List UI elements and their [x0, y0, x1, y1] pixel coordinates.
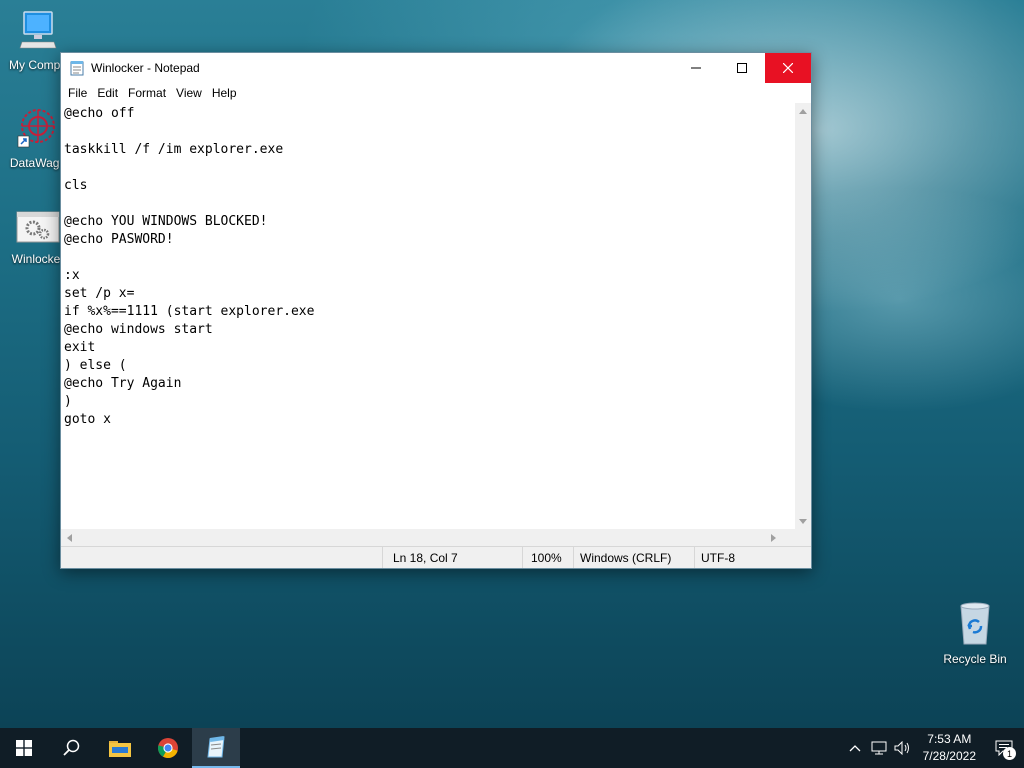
maximize-button[interactable]: [719, 53, 765, 83]
scrollbar-corner: [795, 529, 811, 546]
window-title: Winlocker - Notepad: [91, 61, 200, 75]
minimize-button[interactable]: [673, 53, 719, 83]
notification-badge: 1: [1003, 747, 1016, 760]
taskbar: 7:53 AM 7/28/2022 1: [0, 728, 1024, 768]
title-bar[interactable]: Winlocker - Notepad: [61, 53, 811, 83]
chrome-button[interactable]: [144, 728, 192, 768]
maximize-icon: [737, 63, 747, 73]
text-editor[interactable]: @echo off taskkill /f /im explorer.exe c…: [61, 103, 797, 581]
notepad-taskbar-button[interactable]: [192, 728, 240, 768]
show-hidden-icons-button[interactable]: [843, 728, 867, 768]
chevron-up-icon: [849, 745, 861, 752]
clock-time: 7:53 AM: [927, 732, 972, 746]
line-endings: Windows (CRLF): [573, 547, 694, 568]
cursor-position: Ln 18, Col 7: [382, 547, 522, 568]
status-bar: Ln 18, Col 7 100% Windows (CRLF) UTF-8: [61, 546, 811, 568]
system-tray: 7:53 AM 7/28/2022 1: [843, 728, 1024, 768]
menu-bar: File Edit Format View Help: [61, 83, 811, 103]
file-explorer-button[interactable]: [96, 728, 144, 768]
encoding: UTF-8: [694, 547, 811, 568]
scroll-left-icon[interactable]: [61, 533, 77, 542]
network-icon: [871, 741, 887, 755]
menu-view[interactable]: View: [171, 86, 207, 100]
notepad-icon: [69, 60, 85, 76]
scroll-up-icon[interactable]: [795, 103, 811, 119]
menu-edit[interactable]: Edit: [92, 86, 123, 100]
menu-format[interactable]: Format: [123, 86, 171, 100]
recycle-bin-icon: [937, 600, 1013, 649]
computer-icon: [0, 8, 76, 55]
file-explorer-icon: [109, 741, 131, 757]
zoom-level: 100%: [522, 547, 573, 568]
network-button[interactable]: [867, 728, 891, 768]
menu-help[interactable]: Help: [207, 86, 242, 100]
start-icon: [16, 740, 32, 756]
horizontal-scrollbar[interactable]: [61, 529, 797, 546]
close-icon: [783, 63, 793, 73]
close-button[interactable]: [765, 53, 811, 83]
search-button[interactable]: [48, 728, 96, 768]
minimize-icon: [691, 67, 701, 69]
menu-file[interactable]: File: [63, 86, 92, 100]
scroll-down-icon[interactable]: [795, 513, 811, 529]
notepad-window: Winlocker - Notepad File Edit Format Vie…: [60, 52, 812, 569]
chrome-icon: [157, 738, 178, 759]
volume-button[interactable]: [891, 728, 915, 768]
clock[interactable]: 7:53 AM 7/28/2022: [915, 731, 984, 765]
desktop-icon-label: Recycle Bin: [943, 652, 1007, 666]
search-icon: [63, 739, 80, 756]
scroll-right-icon[interactable]: [765, 533, 781, 542]
action-center-button[interactable]: 1: [984, 728, 1024, 768]
volume-icon: [894, 741, 909, 755]
notepad-icon: [207, 736, 225, 758]
vertical-scrollbar[interactable]: [795, 103, 811, 529]
clock-date: 7/28/2022: [922, 749, 976, 763]
start-button[interactable]: [0, 728, 48, 768]
desktop-icon-recycle-bin[interactable]: Recycle Bin: [937, 600, 1013, 666]
